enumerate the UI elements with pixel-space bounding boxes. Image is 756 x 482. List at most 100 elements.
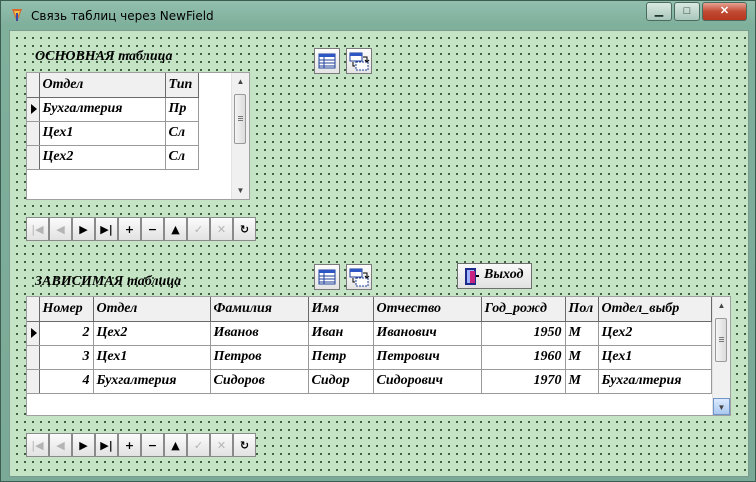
detail-row[interactable]: 4 Бухгалтерия Сидоров Сидор Сидорович 19… xyxy=(27,369,712,394)
nav-refresh-button[interactable]: ↻ xyxy=(233,433,256,457)
master-field-link-button[interactable] xyxy=(346,48,372,74)
nav-last-button[interactable]: ▶| xyxy=(95,217,118,241)
detail-cell[interactable]: 2 xyxy=(39,321,94,346)
detail-cell[interactable]: М xyxy=(565,321,599,346)
field-link-icon xyxy=(349,268,370,287)
detail-cell[interactable]: Иван xyxy=(308,321,374,346)
detail-cell[interactable]: 1950 xyxy=(481,321,566,346)
nav-next-button[interactable]: ▶ xyxy=(72,217,95,241)
nav-insert-button[interactable]: + xyxy=(118,217,141,241)
detail-cell[interactable]: Сидор xyxy=(308,369,374,394)
grid-view-icon xyxy=(318,269,336,285)
detail-cell[interactable]: Сидорович xyxy=(373,369,482,394)
detail-cell[interactable]: Иванов xyxy=(210,321,309,346)
detail-cell[interactable]: 1960 xyxy=(481,345,566,370)
scroll-thumb[interactable] xyxy=(234,94,246,144)
master-table: Отдел Тип Бухгалтерия Пр Цех1 Сл Цех2 Сл xyxy=(27,73,199,170)
nav-prior-button[interactable]: ◀ xyxy=(49,217,72,241)
nav-first-button[interactable]: |◀ xyxy=(26,217,49,241)
detail-cell[interactable]: Цех1 xyxy=(598,345,712,370)
master-row[interactable]: Цех2 Сл xyxy=(27,145,199,170)
nav-delete-button[interactable]: − xyxy=(141,433,164,457)
row-indicator xyxy=(27,369,40,394)
detail-cell[interactable]: Петр xyxy=(308,345,374,370)
detail-col-header[interactable]: Имя xyxy=(308,297,374,322)
master-grid[interactable]: Отдел Тип Бухгалтерия Пр Цех1 Сл Цех2 Сл… xyxy=(26,72,250,200)
master-cell[interactable]: Цех2 xyxy=(39,145,166,170)
detail-col-header[interactable]: Пол xyxy=(565,297,599,322)
detail-col-header[interactable]: Год_рожд xyxy=(481,297,566,322)
detail-cell[interactable]: 3 xyxy=(39,345,94,370)
master-col-header[interactable]: Отдел xyxy=(39,73,166,98)
detail-cell[interactable]: Цех1 xyxy=(93,345,211,370)
current-row-arrow-icon xyxy=(31,104,37,114)
detail-cell[interactable]: М xyxy=(565,369,599,394)
detail-cell[interactable]: Петров xyxy=(210,345,309,370)
nav-insert-button[interactable]: + xyxy=(118,433,141,457)
nav-delete-button[interactable]: − xyxy=(141,217,164,241)
nav-refresh-button[interactable]: ↻ xyxy=(233,217,256,241)
row-indicator xyxy=(27,321,40,346)
scroll-up-arrow-icon[interactable]: ▲ xyxy=(713,297,730,314)
nav-cancel-button[interactable]: ✕ xyxy=(210,433,233,457)
master-cell[interactable]: Сл xyxy=(165,121,199,146)
detail-table: Номер Отдел Фамилия Имя Отчество Год_рож… xyxy=(27,297,712,394)
nav-post-button[interactable]: ✓ xyxy=(187,433,210,457)
nav-post-button[interactable]: ✓ xyxy=(187,217,210,241)
master-row[interactable]: Цех1 Сл xyxy=(27,121,199,146)
detail-cell[interactable]: Бухгалтерия xyxy=(598,369,712,394)
exit-button-label: Выход xyxy=(484,267,524,282)
nav-cancel-button[interactable]: ✕ xyxy=(210,217,233,241)
detail-col-header[interactable]: Фамилия xyxy=(210,297,309,322)
nav-next-button[interactable]: ▶ xyxy=(72,433,95,457)
nav-last-button[interactable]: ▶| xyxy=(95,433,118,457)
nav-first-button[interactable]: |◀ xyxy=(26,433,49,457)
nav-edit-button[interactable]: ▲ xyxy=(164,433,187,457)
nav-prior-button[interactable]: ◀ xyxy=(49,433,72,457)
master-header-row: Отдел Тип xyxy=(27,73,199,98)
master-cell[interactable]: Бухгалтерия xyxy=(39,97,166,122)
master-cell[interactable]: Пр xyxy=(165,97,199,122)
detail-col-header[interactable]: Отдел xyxy=(93,297,211,322)
master-cell[interactable]: Цех1 xyxy=(39,121,166,146)
detail-col-header[interactable]: Отчество xyxy=(373,297,482,322)
detail-field-link-button[interactable] xyxy=(346,264,372,290)
field-link-icon xyxy=(349,52,370,71)
detail-row[interactable]: 3 Цех1 Петров Петр Петрович 1960 М Цех1 xyxy=(27,345,712,370)
detail-cell[interactable]: М xyxy=(565,345,599,370)
scroll-up-arrow-icon[interactable]: ▲ xyxy=(232,73,249,90)
detail-cell[interactable]: Сидоров xyxy=(210,369,309,394)
detail-cell[interactable]: Бухгалтерия xyxy=(93,369,211,394)
detail-cell[interactable]: Иванович xyxy=(373,321,482,346)
master-col-header[interactable]: Тип xyxy=(165,73,199,98)
window-title: Связь таблиц через NewField xyxy=(31,9,214,23)
master-grid-view-button[interactable] xyxy=(314,48,340,74)
maximize-button[interactable]: □ xyxy=(674,2,700,21)
close-button[interactable]: ✕ xyxy=(702,2,747,21)
main-window: Связь таблиц через NewField ▁ □ ✕ ОСНОВН… xyxy=(0,0,756,482)
detail-grid-view-button[interactable] xyxy=(314,264,340,290)
title-bar[interactable]: Связь таблиц через NewField ▁ □ ✕ xyxy=(1,1,755,29)
master-vertical-scrollbar[interactable]: ▲ ▼ xyxy=(231,73,249,199)
detail-row[interactable]: 2 Цех2 Иванов Иван Иванович 1950 М Цех2 xyxy=(27,321,712,346)
grid-view-icon xyxy=(318,53,336,69)
master-row[interactable]: Бухгалтерия Пр xyxy=(27,97,199,122)
detail-col-header[interactable]: Номер xyxy=(39,297,94,322)
detail-header-row: Номер Отдел Фамилия Имя Отчество Год_рож… xyxy=(27,297,712,322)
detail-cell[interactable]: Цех2 xyxy=(598,321,712,346)
detail-col-header[interactable]: Отдел_выбр xyxy=(598,297,712,322)
scroll-down-arrow-icon[interactable]: ▼ xyxy=(713,398,730,415)
row-indicator xyxy=(27,121,40,146)
nav-edit-button[interactable]: ▲ xyxy=(164,217,187,241)
detail-grid[interactable]: Номер Отдел Фамилия Имя Отчество Год_рож… xyxy=(26,296,731,416)
detail-cell[interactable]: Петрович xyxy=(373,345,482,370)
detail-vertical-scrollbar[interactable]: ▲ ▼ xyxy=(712,297,730,415)
detail-cell[interactable]: Цех2 xyxy=(93,321,211,346)
scroll-down-arrow-icon[interactable]: ▼ xyxy=(232,182,249,199)
scroll-thumb[interactable] xyxy=(715,318,727,362)
minimize-button[interactable]: ▁ xyxy=(646,2,672,21)
detail-cell[interactable]: 1970 xyxy=(481,369,566,394)
master-cell[interactable]: Сл xyxy=(165,145,199,170)
detail-cell[interactable]: 4 xyxy=(39,369,94,394)
exit-button[interactable]: Выход xyxy=(457,263,532,289)
